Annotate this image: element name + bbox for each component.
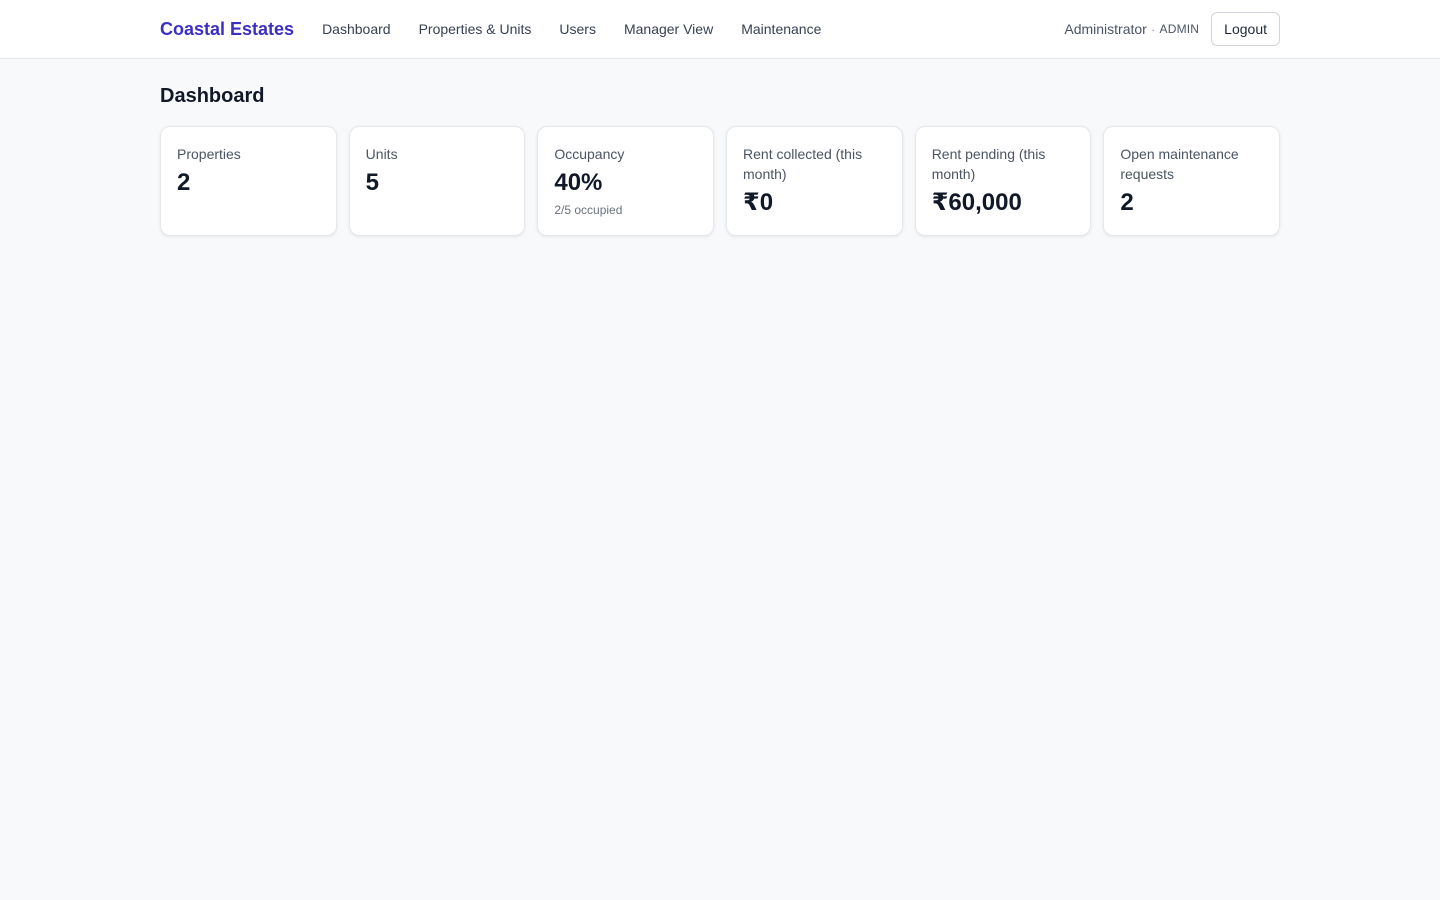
stat-card-units: Units 5 [348, 126, 526, 236]
stat-value: ₹60,000 [931, 189, 1022, 216]
stat-value: 5 [365, 169, 380, 196]
stat-value: 40% [554, 169, 603, 196]
user-role-badge: ADMIN [1159, 22, 1200, 36]
stat-card-occupancy: Occupancy 40% 2/5 occupied [537, 126, 715, 236]
stat-value: ₹0 [743, 189, 774, 216]
stats-cards: Properties 2 Units 5 Occupancy 40% 2/5 o… [160, 126, 1281, 236]
stat-card-open-maintenance: Open maintenance requests 2 [1103, 126, 1281, 236]
nav-link-maintenance[interactable]: Maintenance [741, 21, 821, 37]
logout-button[interactable]: Logout [1211, 12, 1280, 46]
brand-logo-link[interactable]: Coastal Estates [160, 19, 294, 40]
user-separator: · [1150, 21, 1156, 37]
stat-card-rent-collected: Rent collected (this month) ₹0 [726, 126, 903, 236]
main-content: Dashboard Properties 2 Units 5 Occupancy… [160, 59, 1281, 236]
top-navbar: Coastal Estates Dashboard Properties & U… [0, 0, 1440, 59]
stat-label: Open maintenance requests [1120, 146, 1239, 182]
nav-link-users[interactable]: Users [559, 21, 596, 37]
stat-card-properties: Properties 2 [160, 126, 337, 236]
stat-label: Occupancy [554, 146, 625, 162]
stat-label: Properties [177, 146, 241, 162]
stat-value: 2 [1120, 189, 1134, 216]
current-user: Administrator · ADMIN [1064, 21, 1199, 37]
stat-card-rent-pending: Rent pending (this month) ₹60,000 [914, 126, 1092, 236]
user-name: Administrator [1064, 21, 1147, 37]
stat-label: Rent collected (this month) [743, 146, 863, 182]
nav-link-dashboard[interactable]: Dashboard [322, 21, 391, 37]
nav-link-manager-view[interactable]: Manager View [624, 21, 713, 37]
stat-label: Units [365, 146, 398, 162]
main-nav: Dashboard Properties & Units Users Manag… [322, 21, 849, 37]
navbar-inner: Coastal Estates Dashboard Properties & U… [160, 0, 1280, 58]
stat-label: Rent pending (this month) [931, 146, 1046, 182]
stat-value: 2 [177, 169, 191, 196]
page-title: Dashboard [160, 85, 265, 107]
stat-subtext: 2/5 occupied [554, 203, 623, 217]
nav-link-properties-units[interactable]: Properties & Units [419, 21, 532, 37]
